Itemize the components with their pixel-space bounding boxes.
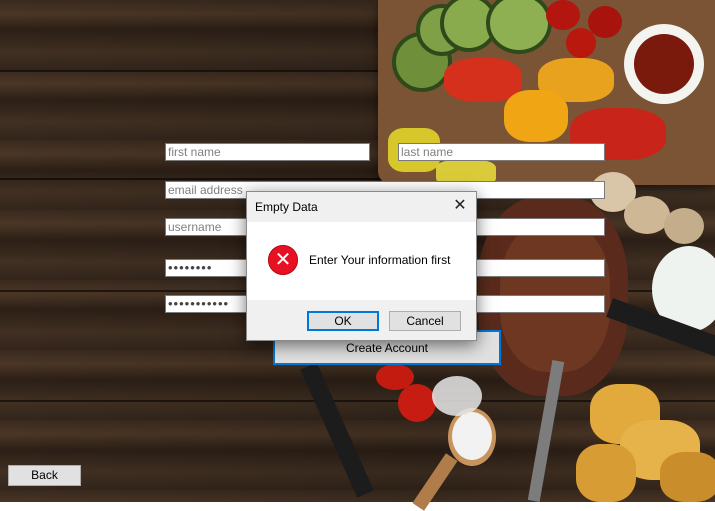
empty-data-dialog: Empty Data ✕ ✕ Enter Your information fi… <box>246 191 477 341</box>
dialog-message: Enter Your information first <box>309 253 451 267</box>
dialog-body: ✕ Enter Your information first <box>247 222 476 300</box>
ok-button[interactable]: OK <box>307 311 379 331</box>
cancel-button[interactable]: Cancel <box>389 311 461 331</box>
dialog-title: Empty Data <box>255 200 318 214</box>
back-button[interactable]: Back <box>8 465 81 486</box>
close-icon[interactable]: ✕ <box>450 196 470 216</box>
first-name-input[interactable]: first name <box>165 143 370 161</box>
error-icon: ✕ <box>268 245 298 275</box>
last-name-input[interactable]: last name <box>398 143 605 161</box>
